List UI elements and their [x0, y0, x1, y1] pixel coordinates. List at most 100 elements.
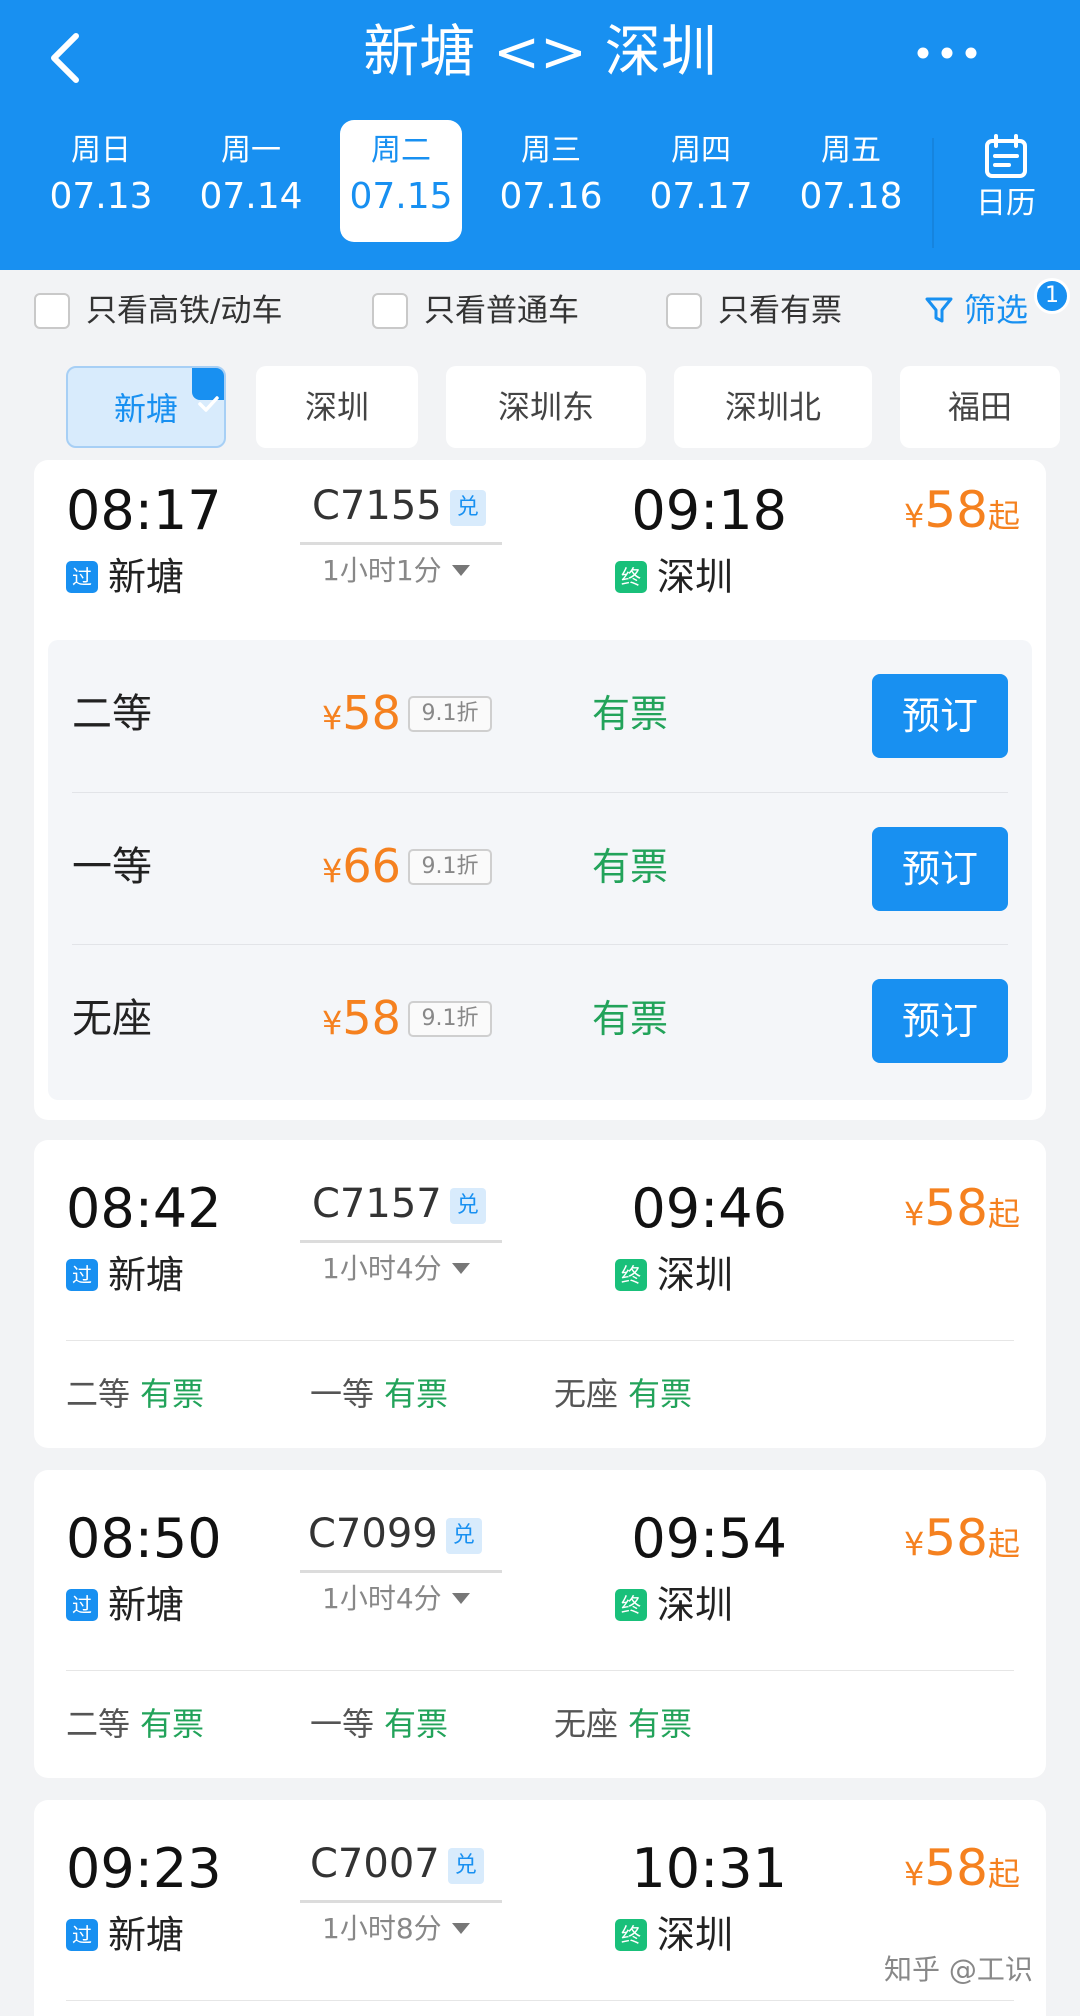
top-bar: 新塘 <> 深圳 周日 07.13 周一 07.14 周二 07.15 周三 0…	[0, 0, 1080, 270]
station-chip[interactable]: 深圳北	[674, 366, 872, 448]
availability-status: 有票	[592, 997, 669, 1041]
seat-class: 无座	[554, 1375, 619, 1413]
seat-row: 一等 ¥66 9.1折 有票 预订	[72, 792, 1008, 944]
date-weekday: 周一	[221, 133, 281, 168]
duration-toggle[interactable]: 1小时8分	[322, 1910, 470, 1948]
station-chip[interactable]: 深圳	[256, 366, 418, 448]
checkbox[interactable]	[372, 293, 408, 329]
date-tab[interactable]: 周日 07.13	[40, 120, 162, 242]
date-value: 07.14	[199, 176, 303, 217]
duration-toggle[interactable]: 1小时4分	[322, 1250, 470, 1288]
train-number-text: C7099	[308, 1511, 438, 1557]
book-button[interactable]: 预订	[872, 674, 1008, 758]
seat-price-value: 58	[342, 991, 401, 1045]
train-number[interactable]: C7099 兑	[308, 1508, 482, 1560]
duration-text: 1小时4分	[322, 1582, 442, 1615]
duration-text: 1小时4分	[322, 1252, 442, 1285]
train-number[interactable]: C7155 兑	[312, 480, 486, 532]
date-tab[interactable]: 周四 07.17	[640, 120, 762, 242]
checkbox[interactable]	[666, 293, 702, 329]
duration-toggle[interactable]: 1小时4分	[322, 1580, 470, 1618]
to-station-name: 深圳	[657, 1913, 734, 1957]
date-tab[interactable]: 周三 07.16	[490, 120, 612, 242]
seat-price: ¥58	[322, 987, 401, 1054]
currency-symbol: ¥	[322, 1004, 343, 1042]
seat-options-panel: 二等 ¥58 9.1折 有票 预订 一等 ¥66 9.1折 有票 预订 无座 ¥…	[48, 640, 1032, 1100]
station-chip-label: 深圳东	[497, 388, 594, 426]
station-chips: 新塘 深圳 深圳东 深圳北 福田	[0, 360, 1080, 460]
departure-time: 08:50	[66, 1507, 222, 1570]
route-line	[300, 1900, 502, 1903]
divider	[66, 1340, 1014, 1341]
date-tab[interactable]: 周一 07.14	[190, 120, 312, 242]
book-button[interactable]: 预订	[872, 979, 1008, 1063]
departure-time: 09:23	[66, 1837, 222, 1900]
date-weekday: 周日	[71, 133, 131, 168]
train-card[interactable]: 08:42 过 新塘 C7157 兑 1小时4分 09:46 终 深圳 ¥58起 …	[34, 1140, 1046, 1448]
filter-checkbox-available[interactable]: 只看有票	[666, 290, 842, 332]
currency-symbol: ¥	[322, 699, 343, 737]
station-chip-label: 新塘	[113, 390, 178, 428]
filter-label: 只看普通车	[424, 293, 579, 329]
seat-summary: 无座 有票	[554, 1702, 692, 1746]
terminal-station-tag: 终	[615, 1919, 647, 1951]
arrival-time: 09:18	[631, 479, 787, 542]
date-tab-selected[interactable]: 周二 07.15	[340, 120, 462, 242]
seat-class: 一等	[72, 844, 152, 890]
train-number[interactable]: C7157 兑	[312, 1178, 486, 1230]
filter-button-label: 筛选	[964, 291, 1029, 329]
train-number-text: C7155	[312, 483, 442, 529]
to-station-name: 深圳	[657, 1583, 734, 1627]
pass-station-tag: 过	[66, 1589, 98, 1621]
more-dots-icon[interactable]	[912, 28, 982, 78]
to-station-name: 深圳	[657, 555, 734, 599]
seat-class: 二等	[66, 1375, 131, 1413]
divider	[932, 138, 934, 248]
checkbox[interactable]	[34, 293, 70, 329]
from-station-name: 新塘	[108, 1913, 185, 1957]
date-tab[interactable]: 周五 07.18	[790, 120, 912, 242]
currency-symbol: ¥	[322, 852, 343, 890]
discount-badge: 9.1折	[408, 849, 492, 885]
to-station: 终 深圳	[615, 1250, 733, 1300]
terminal-station-tag: 终	[615, 561, 647, 593]
station-chip-selected[interactable]: 新塘	[66, 366, 226, 448]
filter-button[interactable]: 筛选	[924, 288, 1028, 332]
station-chip[interactable]: 深圳东	[446, 366, 646, 448]
date-value: 07.17	[649, 176, 753, 217]
station-chip[interactable]: 福田	[900, 366, 1060, 448]
arrival-time: 10:31	[631, 1837, 787, 1900]
departure-time: 08:42	[66, 1177, 222, 1240]
availability-status: 有票	[140, 1375, 205, 1413]
to-station: 终 深圳	[615, 1580, 733, 1630]
seat-summary: 二等 有票	[66, 1702, 204, 1746]
pass-station-tag: 过	[66, 561, 98, 593]
arrival-time: 09:54	[631, 1507, 787, 1570]
lowest-price: ¥58起	[904, 1178, 1020, 1244]
filter-label: 只看有票	[718, 293, 842, 329]
seat-class: 无座	[72, 996, 152, 1042]
price-value: 58	[924, 1509, 988, 1567]
duration-text: 1小时8分	[322, 1912, 442, 1945]
train-number[interactable]: C7007 兑	[310, 1838, 484, 1890]
from-station: 过 新塘	[66, 552, 184, 602]
train-card-expanded[interactable]: 08:17 过 新塘 C7155 兑 1小时1分 09:18 终 深圳 ¥58起 …	[34, 460, 1046, 1120]
date-weekday: 周二	[371, 133, 431, 168]
seat-summary: 二等 有票	[66, 1372, 204, 1416]
filter-checkbox-normal-train[interactable]: 只看普通车	[372, 290, 579, 332]
seat-price: ¥58	[322, 682, 401, 749]
book-button[interactable]: 预订	[872, 827, 1008, 911]
pass-station-tag: 过	[66, 1259, 98, 1291]
exchange-badge: 兑	[449, 490, 486, 526]
duration-toggle[interactable]: 1小时1分	[322, 552, 470, 590]
filter-label: 只看高铁/动车	[86, 293, 283, 329]
date-value: 07.15	[349, 176, 453, 217]
caret-down-icon	[451, 1263, 470, 1274]
train-card[interactable]: 08:50 过 新塘 C7099 兑 1小时4分 09:54 终 深圳 ¥58起 …	[34, 1470, 1046, 1778]
price-value: 58	[924, 1179, 988, 1237]
station-chip-label: 福田	[947, 388, 1012, 426]
exchange-badge: 兑	[449, 1188, 486, 1224]
filter-checkbox-high-speed[interactable]: 只看高铁/动车	[34, 290, 282, 332]
filter-count-badge: 1	[1034, 278, 1070, 314]
calendar-button[interactable]: 日历	[956, 120, 1056, 242]
